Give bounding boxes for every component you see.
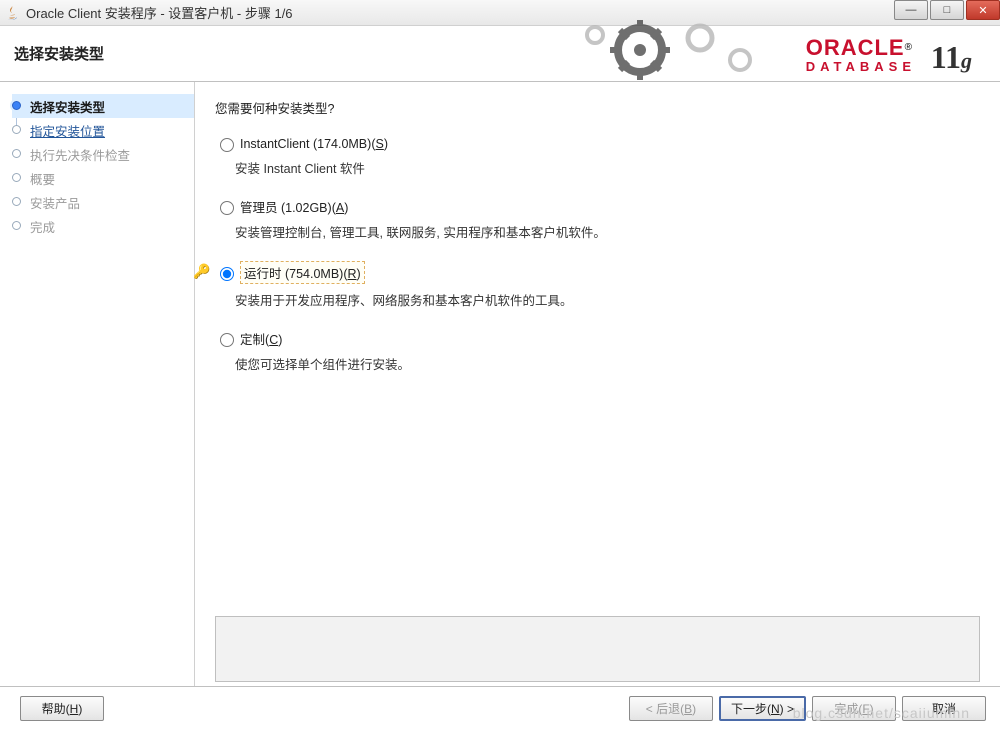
brand-sub: DATABASE [806,60,916,74]
version-number: 11 [931,39,961,75]
step-prereq-check: 执行先决条件检查 [12,142,194,166]
mnemonic: S [375,137,383,151]
step-label: 选择安装类型 [30,97,105,116]
mnemonic: C [269,333,278,347]
option-label: 定制 [240,333,265,347]
option-desc: 安装管理控制台, 管理工具, 联网服务, 实用程序和基本客户机软件。 [235,222,980,241]
back-button: < 后退(B) [629,696,713,721]
option-instantclient[interactable]: InstantClient (174.0MB)(S) [215,135,980,152]
window-controls: — □ ✕ [892,0,1000,20]
step-label: 完成 [30,217,55,236]
step-summary: 概要 [12,166,194,190]
radio-runtime[interactable] [220,267,234,281]
step-label: 安装产品 [30,193,80,212]
titlebar: Oracle Client 安装程序 - 设置客户机 - 步骤 1/6 — □ … [0,0,1000,26]
mnemonic: A [336,201,344,215]
step-label: 指定安装位置 [30,121,105,140]
finish-button: 完成(F) [812,696,896,721]
minimize-button[interactable]: — [894,0,928,20]
option-custom[interactable]: 定制(C) [215,329,980,348]
cancel-button[interactable]: 取消 [902,696,986,721]
option-label: 运行时 (754.0MB) [244,267,343,281]
version-suffix: g [961,48,972,73]
step-label: 概要 [30,169,55,188]
message-box [215,616,980,682]
content: 选择安装类型 指定安装位置 执行先决条件检查 概要 安装产品 完成 您需要何种安… [0,82,1000,686]
main-panel: 您需要何种安装类型? InstantClient (174.0MB)(S) 安装… [195,82,1000,686]
footer: 帮助(H) < 后退(B) 下一步(N) > 完成(F) 取消 blog.csd… [0,686,1000,730]
step-install-location[interactable]: 指定安装位置 [12,118,194,142]
next-button[interactable]: 下一步(N) > [719,696,806,721]
java-icon [4,5,20,21]
page-title: 选择安装类型 [14,43,104,64]
brand-text: ORACLE [806,35,905,60]
sidebar: 选择安装类型 指定安装位置 执行先决条件检查 概要 安装产品 完成 [0,82,195,686]
close-button[interactable]: ✕ [966,0,1000,20]
radio-custom[interactable] [220,333,234,347]
option-desc: 安装用于开发应用程序、网络服务和基本客户机软件的工具。 [235,290,980,309]
step-list: 选择安装类型 指定安装位置 执行先决条件检查 概要 安装产品 完成 [0,94,194,238]
option-desc: 使您可选择单个组件进行安装。 [235,354,980,373]
header: 选择安装类型 ORACLE® 11g DATABASE [0,26,1000,82]
option-runtime[interactable]: 🔑 运行时 (754.0MB)(R) [215,261,980,284]
step-select-type[interactable]: 选择安装类型 [12,94,194,118]
option-label: 管理员 (1.02GB) [240,201,332,215]
radio-instantclient[interactable] [220,138,234,152]
step-label: 执行先决条件检查 [30,145,130,164]
window-title: Oracle Client 安装程序 - 设置客户机 - 步骤 1/6 [26,3,293,22]
step-finish: 完成 [12,214,194,238]
key-icon: 🔑 [193,263,210,280]
radio-admin[interactable] [220,201,234,215]
prompt-text: 您需要何种安装类型? [215,98,980,117]
option-label: InstantClient (174.0MB) [240,137,371,151]
mnemonic: R [348,267,357,281]
option-desc: 安装 Instant Client 软件 [235,158,980,177]
help-button[interactable]: 帮助(H) [20,696,104,721]
step-install-product: 安装产品 [12,190,194,214]
maximize-button[interactable]: □ [930,0,964,20]
option-admin[interactable]: 管理员 (1.02GB)(A) [215,197,980,216]
gears-decoration [570,20,790,82]
